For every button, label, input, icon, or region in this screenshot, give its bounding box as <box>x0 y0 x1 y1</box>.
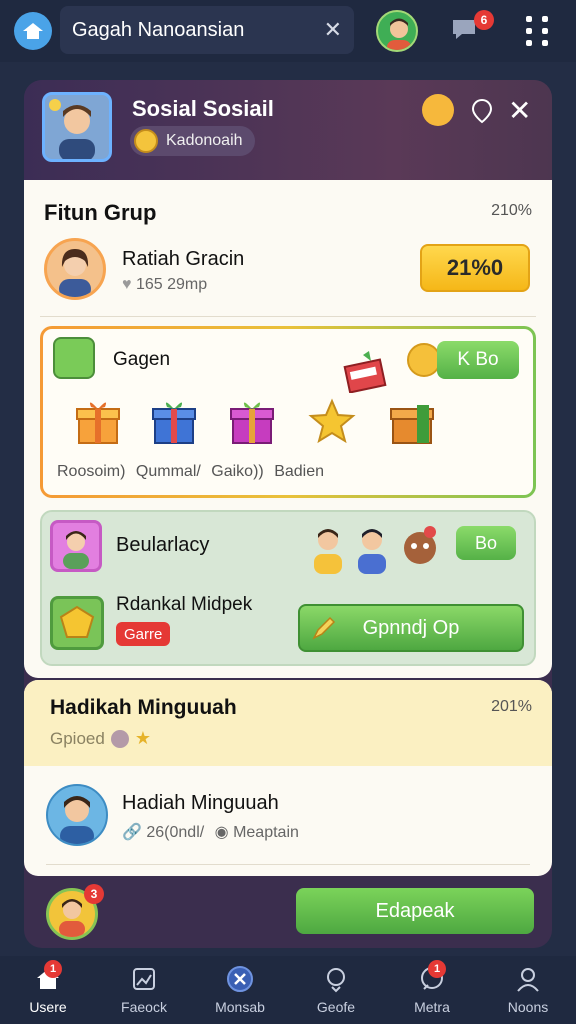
search-bar[interactable]: Gagah Nanoansian ✕ <box>60 6 354 54</box>
notification-badge: 6 <box>474 10 494 30</box>
member-subtitle: ♥ 165 29mp <box>122 276 207 294</box>
star-gift-icon[interactable] <box>307 397 357 447</box>
weekly-meta-count: 26(0ndl/ <box>146 824 205 841</box>
group-avatar[interactable] <box>42 92 112 162</box>
nav-item-messages[interactable]: Monsab <box>192 956 288 1024</box>
gift-label: Badien <box>274 463 325 480</box>
activity-avatar[interactable] <box>50 520 102 572</box>
member-figure-icon <box>358 529 386 574</box>
weekly-gift-card: Hadikah Minguuah 201% Gpioed ★ Hadiah Mi… <box>24 680 552 876</box>
section-title: Fitun Grup <box>44 200 157 225</box>
nav-label: Usere <box>29 999 67 1015</box>
red-gift-box-icon <box>343 351 387 393</box>
globe-icon: ◉ <box>214 824 229 841</box>
menu-grid-icon[interactable] <box>526 16 552 46</box>
nav-item-groups[interactable]: Geofe <box>288 956 384 1024</box>
search-input[interactable]: Gagah Nanoansian <box>72 19 324 42</box>
group-activity-card: Beularlacy Bo Rdankal Midpek Garre Gpnnd… <box>40 510 536 666</box>
gift-box-card: Gagen K Bo Roosoim) Qummal/ Gaiko)) Badi… <box>40 326 536 498</box>
gold-treasure-icon[interactable] <box>50 596 104 650</box>
nav-label: Metra <box>414 999 450 1015</box>
weekly-name: Hadiah Minguuah <box>122 792 279 814</box>
member-figure-icon <box>314 529 342 574</box>
nav-label: Monsab <box>215 999 265 1015</box>
weekly-title: Hadikah Minguuah <box>50 696 237 719</box>
join-group-label: Gpnndj Op <box>362 616 460 639</box>
activity-button[interactable]: Bo <box>456 526 516 560</box>
sun-sticker-icon <box>407 343 441 377</box>
pencil-icon <box>312 616 336 640</box>
gift-box-title: Gagen <box>113 349 171 370</box>
divider <box>46 864 530 865</box>
nav-badge: 1 <box>428 960 446 978</box>
nav-label: Noons <box>507 999 549 1015</box>
user-badge: 3 <box>84 884 104 904</box>
gift-labels: Roosoim) Qummal/ Gaiko)) Badien <box>57 463 330 481</box>
primary-action-button[interactable]: Edapeak <box>296 888 534 934</box>
orange-gift-icon[interactable] <box>73 397 123 447</box>
app-logo-icon[interactable] <box>14 12 52 50</box>
nav-label: Geofe <box>316 999 356 1015</box>
member-points: 165 29mp <box>135 276 208 293</box>
nav-item-home[interactable]: Usere 1 <box>0 956 96 1024</box>
panel-header: Sosial Sosiail Kadonoaih ✕ <box>24 80 552 180</box>
weekly-header: Hadikah Minguuah 201% Gpioed ★ <box>24 680 552 766</box>
activity-title: Beularlacy <box>116 534 210 556</box>
groups-icon <box>327 968 345 993</box>
gift-group-icon[interactable] <box>53 337 95 379</box>
member-name: Ratiah Gracin <box>122 248 245 270</box>
points-button[interactable]: 21%0 <box>420 244 530 292</box>
weekly-sub-label: Gpioed <box>50 728 105 748</box>
location-pin-icon[interactable] <box>470 98 494 124</box>
gift-label: Roosoim) <box>57 463 126 480</box>
purple-gift-icon[interactable] <box>227 397 277 447</box>
nav-badge: 1 <box>44 960 62 978</box>
close-icon[interactable]: ✕ <box>508 94 531 127</box>
divider <box>40 316 536 317</box>
bottom-navigation: Usere 1 Faeock Monsab Geofe Metra 1 Noon… <box>0 956 576 1024</box>
gift-box-button[interactable]: K Bo <box>437 341 519 379</box>
gift-items-row <box>57 393 517 453</box>
activity-subtitle: Rdankal Midpek <box>116 594 253 615</box>
gift-label: Gaiko)) <box>211 463 264 480</box>
clear-search-icon[interactable]: ✕ <box>324 17 342 43</box>
green-gift-icon[interactable] <box>387 397 437 447</box>
group-features-card: Fitun Grup 210% Ratiah Gracin ♥ 165 29mp… <box>24 180 552 678</box>
status-tag: Garre <box>116 622 171 646</box>
panel-title: Sosial Sosiail <box>132 96 274 121</box>
top-bar: Gagah Nanoansian ✕ 6 <box>0 0 576 62</box>
blue-gift-icon[interactable] <box>149 397 199 447</box>
mini-badge-icon <box>110 729 129 748</box>
nav-item-feed[interactable]: Faeock <box>96 956 192 1024</box>
profile-avatar[interactable] <box>376 10 418 52</box>
join-group-button[interactable]: Gpnndj Op <box>298 604 524 652</box>
heart-icon: ♥ <box>122 276 132 293</box>
nav-item-chat[interactable]: Metra 1 <box>384 956 480 1024</box>
weekly-avatar[interactable] <box>46 784 108 846</box>
weekly-meta: 🔗 26(0ndl/ ◉ Meaptain <box>122 822 299 842</box>
profile-icon <box>517 968 539 992</box>
image-icon <box>133 968 155 990</box>
gift-label: Qummal/ <box>135 463 201 480</box>
close-circle-icon <box>227 966 253 992</box>
weekly-subtitle: Gpioed ★ <box>50 728 151 749</box>
weekly-percent: 201% <box>491 698 532 715</box>
link-icon: 🔗 <box>122 824 142 841</box>
star-icon: ★ <box>134 728 151 748</box>
nav-label: Faeock <box>121 999 167 1015</box>
members-avatars <box>308 524 452 580</box>
weekly-meta-label: Meaptain <box>233 824 299 841</box>
member-avatar[interactable] <box>44 238 106 300</box>
nav-item-profile[interactable]: Noons <box>480 956 576 1024</box>
status-chip-label: Kadonoaih <box>166 132 243 149</box>
mascot-icon <box>404 526 436 564</box>
smiley-icon[interactable] <box>422 94 454 126</box>
status-chip[interactable]: Kadonoaih <box>130 126 255 156</box>
coin-icon <box>134 129 158 153</box>
main-panel: Sosial Sosiail Kadonoaih ✕ Fitun Grup 21… <box>24 80 552 948</box>
section-percent: 210% <box>491 202 532 219</box>
